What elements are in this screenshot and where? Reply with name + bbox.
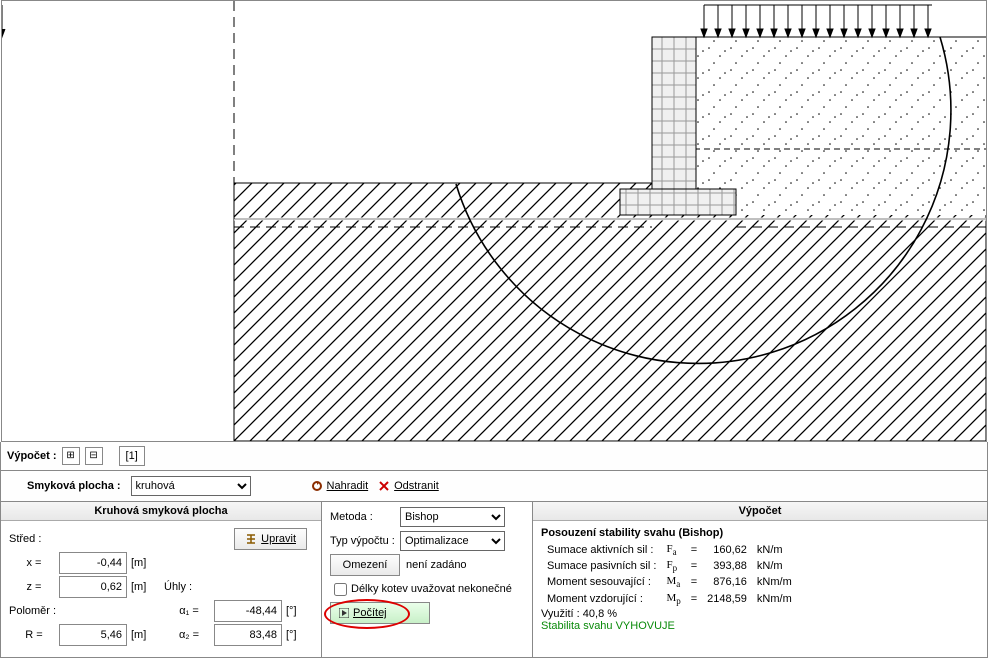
- circular-surface-header: Kruhová smyková plocha: [1, 502, 321, 521]
- x-unit: [m]: [131, 557, 151, 569]
- edit-label: Upravit: [261, 533, 296, 545]
- verdict-text: Stabilita svahu VYHOVUJE: [541, 620, 979, 632]
- results-row: Moment vzdorující :Mp=2148,59kNm/m: [543, 592, 796, 606]
- analysis-index[interactable]: [1]: [119, 446, 145, 466]
- diagram-canvas: [1, 0, 987, 442]
- analysis-toolbar: Výpočet : ⊞ ⊟ [1]: [0, 442, 988, 471]
- results-header: Výpočet: [533, 502, 987, 521]
- usage-text: Využití : 40,8 %: [541, 608, 979, 620]
- alpha2-label: α₂ =: [164, 629, 214, 641]
- replace-label: Nahradit: [327, 480, 369, 492]
- constraint-button[interactable]: Omezení: [330, 554, 400, 576]
- replace-button[interactable]: Nahradit: [311, 480, 369, 492]
- infinite-anchors-checkbox[interactable]: [334, 583, 347, 596]
- bottom-panels: Kruhová smyková plocha Střed : x = [m] z…: [0, 502, 988, 658]
- r-input[interactable]: [59, 624, 127, 646]
- results-row: Sumace pasivních sil :Fp=393,88kN/m: [543, 559, 796, 573]
- results-panel: Výpočet Posouzení stability svahu (Bisho…: [533, 502, 987, 657]
- remove-label: Odstranit: [394, 480, 439, 492]
- remove-button[interactable]: Odstranit: [378, 480, 439, 492]
- results-row: Moment sesouvající :Ma=876,16kNm/m: [543, 575, 796, 589]
- compute-label: Počítej: [353, 607, 387, 619]
- angles-label: Úhly :: [164, 581, 214, 593]
- x-label: x =: [9, 557, 59, 569]
- alpha2-unit: [°]: [286, 629, 306, 641]
- edit-icon: [245, 533, 257, 545]
- method-select[interactable]: Bishop: [400, 507, 505, 527]
- alpha1-label: α₁ =: [164, 605, 214, 617]
- z-unit: [m]: [131, 581, 151, 593]
- edit-button[interactable]: Upravit: [234, 528, 307, 550]
- infinite-anchors-label: Délky kotev uvažovat nekonečné: [351, 583, 512, 595]
- constraint-status: není zadáno: [406, 559, 467, 571]
- r-unit: [m]: [131, 629, 151, 641]
- add-analysis-button[interactable]: ⊞: [62, 447, 80, 465]
- r-label: R =: [9, 629, 59, 641]
- analysis-label: Výpočet :: [7, 450, 57, 462]
- results-row: Sumace aktivních sil :Fa=160,62kN/m: [543, 543, 796, 557]
- slip-surface-toolbar: Smyková plocha : kruhová Nahradit Odstra…: [0, 471, 988, 502]
- method-label: Metoda :: [330, 511, 400, 523]
- results-table: Sumace aktivních sil :Fa=160,62kN/m Sumac…: [541, 541, 798, 608]
- z-label: z =: [9, 581, 59, 593]
- radius-label: Poloměr :: [9, 605, 59, 617]
- replace-icon: [311, 480, 323, 492]
- alpha1-input[interactable]: [214, 600, 282, 622]
- slope-diagram-svg: [2, 1, 986, 441]
- remove-analysis-button[interactable]: ⊟: [85, 447, 103, 465]
- alpha1-unit: [°]: [286, 605, 306, 617]
- remove-icon: [378, 480, 390, 492]
- center-label: Střed :: [9, 533, 59, 545]
- slip-surface-type-select[interactable]: kruhová: [131, 476, 251, 496]
- x-input[interactable]: [59, 552, 127, 574]
- calc-type-label: Typ výpočtu :: [330, 535, 400, 547]
- z-input[interactable]: [59, 576, 127, 598]
- calc-type-select[interactable]: Optimalizace: [400, 531, 505, 551]
- results-heading: Posouzení stability svahu (Bishop): [541, 527, 979, 539]
- circular-surface-panel: Kruhová smyková plocha Střed : x = [m] z…: [1, 502, 322, 657]
- alpha2-input[interactable]: [214, 624, 282, 646]
- play-icon: [339, 608, 349, 618]
- method-panel: . Metoda : Bishop Typ výpočtu : Optimali…: [322, 502, 533, 657]
- slip-surface-label: Smyková plocha :: [27, 480, 121, 492]
- compute-button[interactable]: Počítej: [330, 602, 430, 624]
